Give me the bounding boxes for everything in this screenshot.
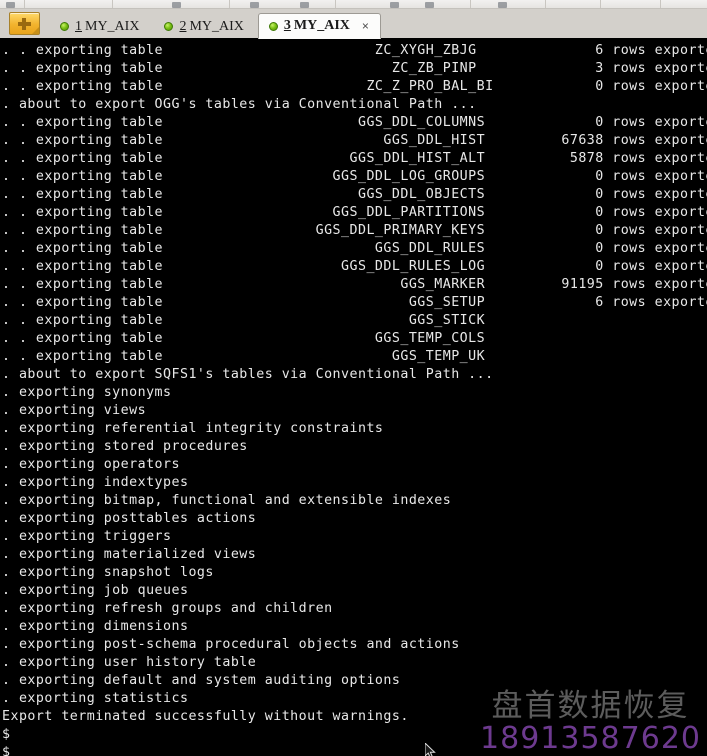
toolbar-icon-4[interactable] (300, 2, 309, 8)
terminal-line: . exporting operators (2, 457, 180, 472)
toolbar-icon-5[interactable] (390, 2, 399, 8)
terminal-line: . exporting statistics (2, 691, 189, 706)
terminal-line: . . exporting table GGS_DDL_HIST_ALT 587… (2, 151, 707, 166)
tab-1-my-aix[interactable]: 1 MY_AIX (49, 14, 151, 38)
terminal-line: . exporting refresh groups and children (2, 601, 333, 616)
terminal-line: . . exporting table GGS_DDL_OBJECTS 0 ro… (2, 187, 707, 202)
toolbar-separator-3 (229, 0, 230, 8)
terminal-line-status: Export terminated successfully without w… (2, 709, 409, 724)
toolbar-separator-5 (470, 0, 471, 8)
close-icon[interactable]: × (362, 19, 369, 33)
terminal-line: . exporting stored procedures (2, 439, 248, 454)
terminal-prompt: $ (2, 727, 11, 742)
terminal-line: . . exporting table GGS_TEMP_UK (2, 349, 486, 364)
toolbar-separator-2 (112, 0, 113, 8)
terminal-line: . exporting dimensions (2, 619, 189, 634)
terminal-line: . exporting synonyms (2, 385, 172, 400)
toolbar-sliver[interactable] (0, 0, 707, 9)
tab-title-label: MY_AIX (85, 18, 140, 34)
tab-index-label: 2 (179, 18, 187, 34)
terminal-line: . . exporting table ZC_Z_PRO_BAL_BI 0 ro… (2, 79, 707, 94)
tab-2-my-aix[interactable]: 2 MY_AIX (153, 14, 255, 38)
terminal-output[interactable]: . . exporting table ZC_XYGH_ZBJG 6 rows … (0, 40, 707, 756)
terminal-line: . exporting materialized views (2, 547, 257, 562)
terminal-line: . exporting referential integrity constr… (2, 421, 384, 436)
terminal-line: . . exporting table ZC_XYGH_ZBJG 6 rows … (2, 43, 707, 58)
toolbar-separator-4 (335, 0, 336, 8)
terminal-line: . exporting indextypes (2, 475, 189, 490)
connection-status-icon (60, 22, 69, 31)
terminal-line: . exporting job queues (2, 583, 189, 598)
terminal-line: . exporting posttables actions (2, 511, 257, 526)
tab-3-my-aix[interactable]: 3 MY_AIX × (257, 13, 381, 39)
fold-corner-icon (32, 27, 39, 34)
terminal-line: . . exporting table GGS_DDL_RULES_LOG 0 … (2, 259, 707, 274)
connection-status-icon (268, 21, 278, 31)
tab-index-label: 1 (75, 18, 82, 34)
terminal-prompt: $ (2, 745, 11, 756)
terminal-line: . . exporting table GGS_DDL_HIST 67638 r… (2, 133, 707, 148)
toolbar-separator-6 (545, 0, 546, 8)
toolbar-icon-2[interactable] (172, 2, 181, 8)
terminal-line: . . exporting table GGS_DDL_LOG_GROUPS 0… (2, 169, 707, 184)
terminal-line: . exporting triggers (2, 529, 172, 544)
terminal-line: . . exporting table GGS_DDL_COLUMNS 0 ro… (2, 115, 707, 130)
terminal-line: . exporting post-schema procedural objec… (2, 637, 460, 652)
terminal-line: . . exporting table GGS_DDL_PARTITIONS 0… (2, 205, 707, 220)
terminal-line: . about to export OGG's tables via Conve… (2, 97, 477, 112)
terminal-line: . . exporting table ZC_ZB_PINP 3 rows ex… (2, 61, 707, 76)
toolbar-icon-1[interactable] (6, 2, 15, 8)
toolbar-icon-6[interactable] (425, 2, 434, 8)
terminal-line: . exporting default and system auditing … (2, 673, 401, 688)
toolbar-separator-7 (600, 0, 601, 8)
tab-title-label: MY_AIX (293, 18, 350, 33)
toolbar-icon-3[interactable] (250, 2, 259, 8)
terminal-line: . exporting user history table (2, 655, 257, 670)
toolbar-separator-8 (660, 0, 661, 8)
terminal-window: 1 MY_AIX 2 MY_AIX 3 MY_AIX × . . exporti… (0, 0, 707, 756)
tab-index-label: 3 (283, 18, 291, 33)
connection-status-icon (164, 22, 174, 31)
terminal-line: . . exporting table GGS_DDL_RULES 0 rows… (2, 241, 707, 256)
terminal-line: . exporting bitmap, functional and exten… (2, 493, 452, 508)
tab-strip: 1 MY_AIX 2 MY_AIX 3 MY_AIX × (0, 9, 707, 40)
plus-icon-bar (18, 22, 31, 26)
toolbar-separator-1 (24, 0, 25, 8)
terminal-line: . exporting snapshot logs (2, 565, 214, 580)
terminal-line: . . exporting table GGS_SETUP 6 rows exp… (2, 295, 707, 310)
terminal-line: . exporting views (2, 403, 147, 418)
new-tab-button[interactable] (9, 12, 40, 35)
terminal-line: . . exporting table GGS_TEMP_COLS (2, 331, 486, 346)
terminal-line: . . exporting table GGS_MARKER 91195 row… (2, 277, 707, 292)
toolbar-icon-7[interactable] (498, 2, 507, 8)
terminal-line: . . exporting table GGS_DDL_PRIMARY_KEYS… (2, 223, 707, 238)
tab-title-label: MY_AIX (189, 18, 244, 34)
terminal-line: . . exporting table GGS_STICK (2, 313, 486, 328)
terminal-line: . about to export SQFS1's tables via Con… (2, 367, 494, 382)
